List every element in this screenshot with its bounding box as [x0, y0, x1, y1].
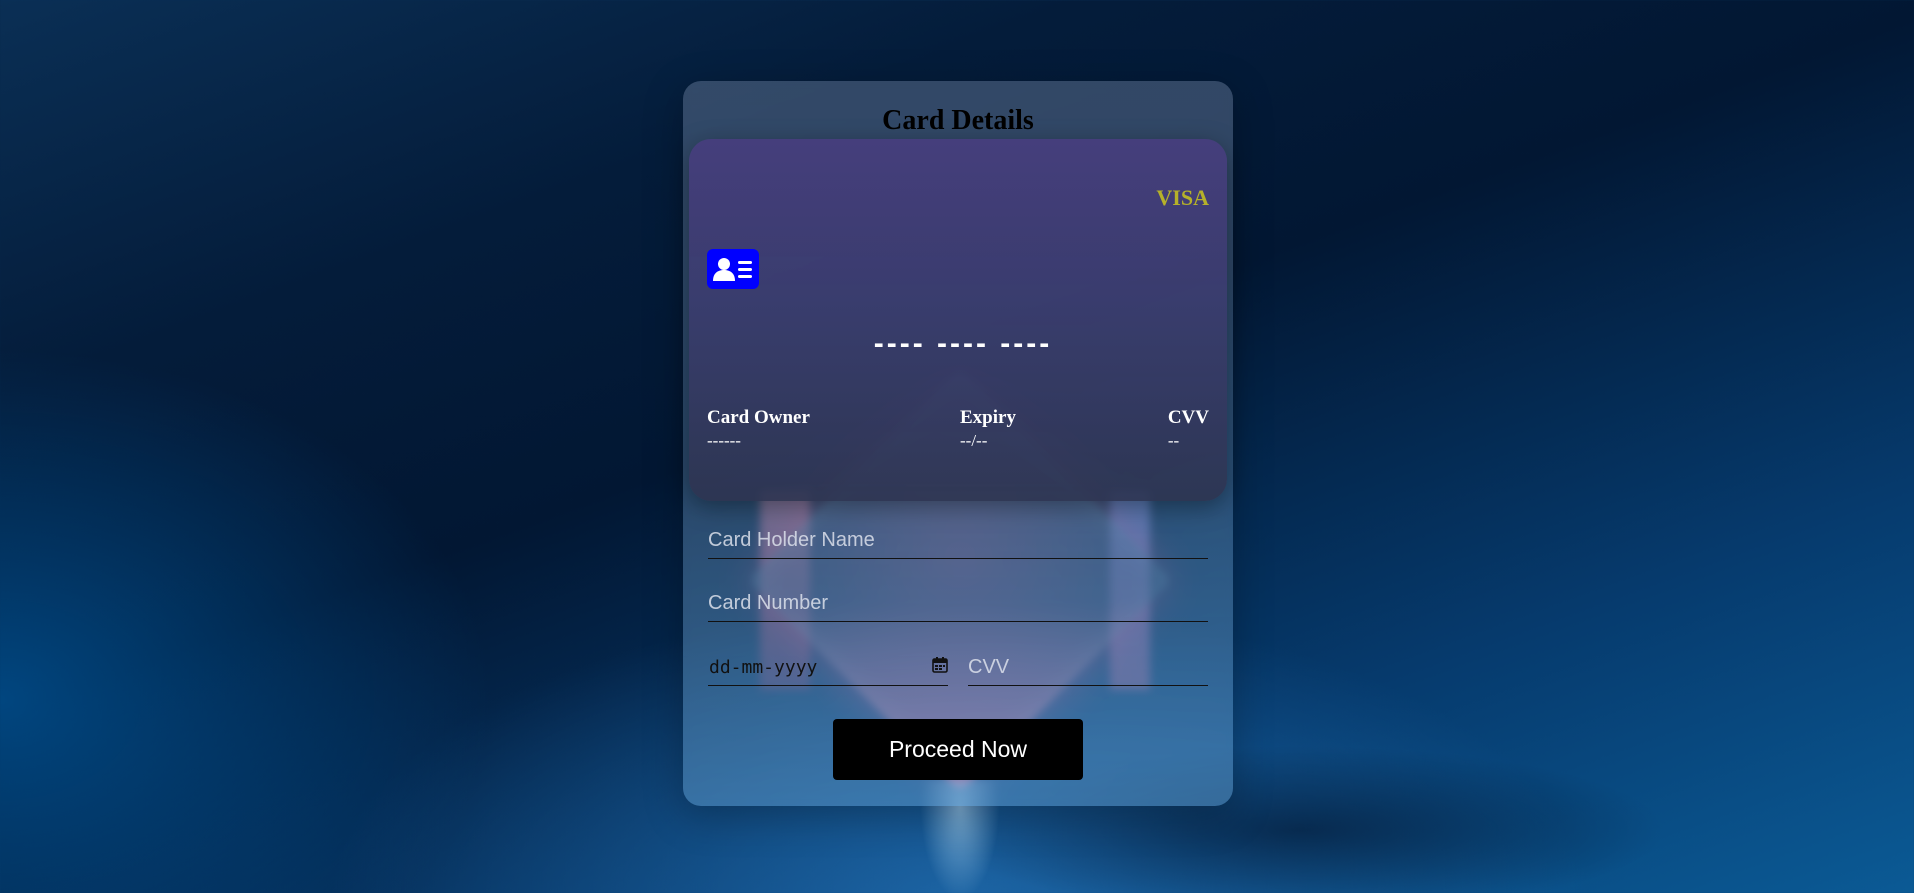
expiry-date-input[interactable]: dd-mm-yyyy: [708, 650, 948, 686]
card-number-input[interactable]: [708, 586, 1208, 622]
card-expiry-label: Expiry: [960, 407, 1016, 428]
card-owner-label: Card Owner: [707, 407, 810, 428]
card-cvv-label: CVV: [1167, 407, 1209, 428]
expiry-date-placeholder: dd-mm-yyyy: [709, 657, 818, 678]
card-cvv-group: CVV --: [1168, 407, 1209, 453]
card-expiry-value: --/--: [960, 431, 988, 450]
id-card-icon-graphic: [713, 258, 752, 281]
card-holder-name-input[interactable]: [708, 523, 1208, 559]
card-cvv-value: --: [1167, 431, 1180, 450]
card-details-panel: Card Details VISA ---- ---- ---- Card Ow…: [683, 81, 1233, 806]
calendar-icon[interactable]: [932, 657, 948, 678]
cvv-input[interactable]: [968, 650, 1208, 686]
proceed-button[interactable]: Proceed Now: [833, 719, 1083, 780]
id-card-icon: [707, 249, 759, 289]
card-number-display: ---- ---- ----: [873, 327, 1053, 360]
page-title: Card Details: [882, 105, 1034, 136]
card-expiry-group: Expiry --/--: [960, 407, 1016, 453]
card-brand-label: VISA: [1156, 185, 1209, 210]
card-owner-group: Card Owner ------: [707, 407, 810, 453]
card-owner-value: ------: [707, 431, 741, 450]
card-preview: VISA ---- ---- ---- Card Owner ------ Ex…: [689, 139, 1227, 501]
